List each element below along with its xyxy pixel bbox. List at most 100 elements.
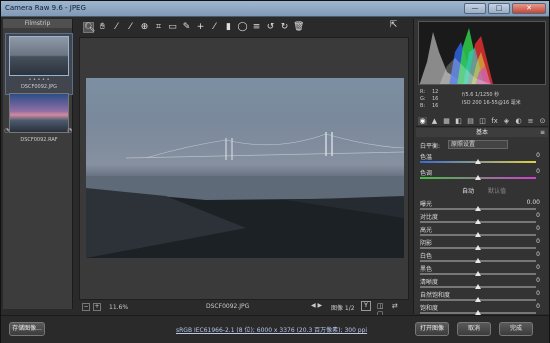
green-value: 16 (432, 96, 439, 102)
blue-value: 16 (432, 103, 439, 109)
filmstrip-item[interactable]: • • • • • DSCF0092.JPG (5, 33, 73, 95)
image-nav-arrows[interactable]: ◀ ▶ (311, 302, 322, 309)
red-value: 12 (432, 89, 439, 95)
white-balance-tool-icon[interactable]: ⁄ (111, 22, 122, 33)
slider-thumb[interactable] (475, 219, 481, 224)
rotate-cw-icon[interactable]: ↻ (279, 22, 290, 33)
slider-thumb[interactable] (475, 271, 481, 276)
slider-value[interactable]: 0 (536, 277, 540, 284)
filmstrip-item[interactable]: DSCF0092.RAF ◔ ◔ (4, 93, 72, 143)
workflow-options-link[interactable]: sRGB IEC61966-2.1 (8 位); 6000 x 3376 (20… (176, 325, 367, 334)
slider-thumb[interactable] (475, 175, 481, 180)
zoom-out-button[interactable]: − (82, 303, 90, 311)
zoom-tool-icon[interactable]: 🔍︎ (83, 21, 95, 33)
pixel-readout: R: 12 G: 16 B: 16 f/5.6 1/1250 秒 ISO 200… (418, 87, 546, 111)
warning-icon: ◔ (4, 127, 10, 134)
slider-thumb[interactable] (475, 284, 481, 289)
preview-image[interactable] (86, 78, 404, 258)
delete-icon[interactable]: 🗑︎ (293, 22, 304, 33)
radial-filter-icon[interactable]: ◯ (237, 22, 248, 33)
crop-tool-icon[interactable]: ⌗ (153, 22, 164, 33)
extra-tab-icon[interactable]: ⊙ (538, 117, 547, 125)
spot-removal-tool-icon[interactable]: ✎ (181, 22, 192, 33)
rating-stars[interactable]: • • • • • (9, 77, 69, 83)
open-image-button[interactable]: 打开图像 (415, 322, 449, 336)
target-adjustment-tool-icon[interactable]: ⊕ (139, 22, 150, 33)
slider-value[interactable]: 0 (536, 212, 540, 219)
slider-row: 色温 0 (420, 152, 546, 166)
graduated-filter-icon[interactable]: ▮ (223, 22, 234, 33)
section-title: 基本 (475, 129, 488, 136)
close-button[interactable]: ✕ (512, 3, 546, 14)
slider-label: 饱和度 (420, 305, 439, 312)
effects-tab-icon[interactable]: fx (490, 117, 499, 125)
slider-thumb[interactable] (475, 297, 481, 302)
slider-value[interactable]: 0 (536, 264, 540, 271)
tool-bar: 🔍︎ ✋︎ ⁄ ⁄ ⊕ ⌗ ▭ ✎ + ⁄ ▮ ◯ ≡ ↺ ↻ 🗑︎ ⇱ (79, 19, 411, 35)
lens-corrections-tab-icon[interactable]: ◫ (478, 117, 487, 125)
filmstrip-title: Filmstrip (3, 19, 72, 28)
slider-value[interactable]: 0.00 (527, 199, 540, 206)
cancel-button[interactable]: 取消 (457, 322, 491, 336)
current-filename: DSCF0092.JPG (206, 303, 250, 310)
adjustment-panel: R: 12 G: 16 B: 16 f/5.6 1/1250 秒 ISO 200… (413, 19, 549, 315)
slider-label: 色调 (420, 170, 433, 177)
slider-value[interactable]: 0 (536, 251, 540, 258)
slider-thumb[interactable] (475, 159, 481, 164)
straighten-tool-icon[interactable]: ▭ (167, 22, 178, 33)
done-button[interactable]: 完成 (499, 322, 533, 336)
preferences-icon[interactable]: ≡ (251, 22, 262, 33)
hand-tool-icon[interactable]: ✋︎ (97, 22, 108, 33)
zoom-in-button[interactable]: + (93, 303, 101, 311)
slider-label: 黑色 (420, 266, 433, 273)
slider-value[interactable]: 0 (536, 303, 540, 310)
slider-value[interactable]: 0 (536, 290, 540, 297)
slider-value[interactable]: 0 (536, 225, 540, 232)
before-after-toggle-button[interactable]: Y (361, 301, 371, 311)
snapshots-tab-icon[interactable]: ≡ (526, 117, 535, 125)
exposure-info: f/5.6 1/1250 秒 (462, 92, 500, 98)
slider-thumb[interactable] (475, 245, 481, 250)
slider-thumb[interactable] (475, 258, 481, 263)
tone-curve-tab-icon[interactable]: ▲ (430, 117, 439, 125)
color-sampler-tool-icon[interactable]: ⁄ (125, 22, 136, 33)
slider-label: 曝光 (420, 201, 433, 208)
camera-calibration-tab-icon[interactable]: ◈ (502, 117, 511, 125)
green-label: G: (420, 96, 426, 102)
detail-tab-icon[interactable]: ▦ (442, 117, 451, 125)
panel-menu-icon[interactable]: ≡ (540, 128, 545, 137)
default-link[interactable]: 默认值 (488, 186, 506, 195)
auto-link[interactable]: 自动 (462, 186, 474, 195)
thumbnail-filename: DSCF0092.JPG (20, 84, 58, 90)
minimize-button[interactable]: — (464, 3, 486, 14)
panel-tabs: ◉ ▲ ▦ ◧ ▤ ◫ fx ◈ ◐ ≡ ⊙ (416, 115, 548, 127)
thumbnail-image[interactable] (9, 36, 69, 76)
slider-row: 高光 0 (420, 225, 546, 239)
save-image-button[interactable]: 存储图像... (9, 322, 45, 336)
slider-label: 对比度 (420, 214, 439, 221)
basic-tab-icon[interactable]: ◉ (418, 116, 427, 125)
red-eye-tool-icon[interactable]: + (195, 22, 206, 33)
hsl-tab-icon[interactable]: ◧ (454, 117, 463, 125)
slider-value[interactable]: 0 (536, 152, 540, 159)
slider-thumb[interactable] (475, 206, 481, 211)
open-preferences-icon[interactable]: ⇱ (388, 20, 399, 31)
white-balance-row: 白平衡: 原照设置 (420, 140, 546, 150)
image-counter: 图像 1/2 (331, 305, 355, 312)
canvas-footer: − + 11.6% DSCF0092.JPG ◀ ▶ 图像 1/2 Y ◫ ⇄ … (79, 301, 411, 318)
slider-value[interactable]: 0 (536, 168, 540, 175)
image-preview-area[interactable] (79, 37, 409, 300)
adjustment-brush-icon[interactable]: ⁄ (209, 22, 220, 33)
thumbnail-image[interactable] (9, 93, 69, 133)
slider-value[interactable]: 0 (536, 238, 540, 245)
slider-thumb[interactable] (475, 232, 481, 237)
white-balance-select[interactable]: 原照设置 (448, 140, 508, 149)
presets-tab-icon[interactable]: ◐ (514, 117, 523, 125)
white-balance-label: 白平衡: (420, 143, 441, 150)
slider-label: 自然饱和度 (420, 292, 451, 299)
maximize-button[interactable]: □ (488, 3, 510, 14)
slider-row: 白色 0 (420, 251, 546, 265)
split-toning-tab-icon[interactable]: ▤ (466, 117, 475, 125)
zoom-level-dropdown[interactable]: 11.6% (109, 304, 128, 311)
rotate-ccw-icon[interactable]: ↺ (265, 22, 276, 33)
